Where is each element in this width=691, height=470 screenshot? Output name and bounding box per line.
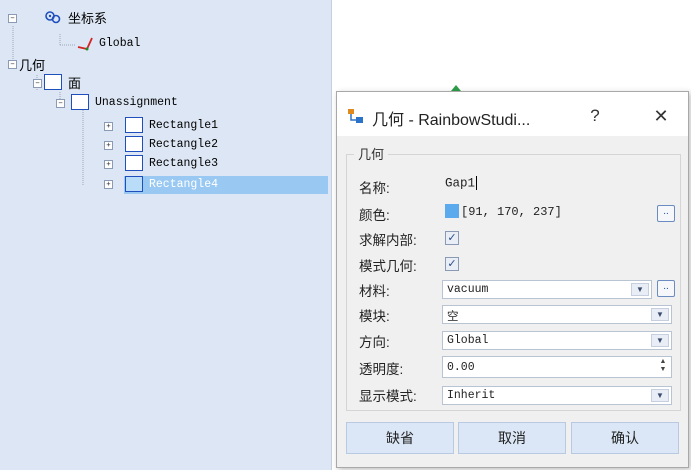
display-mode-value: Inherit <box>447 389 496 402</box>
tree-node-rectangle4[interactable]: Rectangle4 <box>125 176 218 192</box>
cancel-button[interactable]: 取消 <box>458 422 566 454</box>
tree-guide-lines <box>12 26 84 186</box>
material-browse-button[interactable]: .. <box>657 280 675 297</box>
default-button[interactable]: 缺省 <box>346 422 454 454</box>
tree-node-label: Rectangle3 <box>149 156 219 170</box>
expand-toggle-geometry[interactable]: − <box>8 60 17 69</box>
spin-arrows-icon[interactable]: ▲ ▼ <box>658 358 668 374</box>
transparency-spinner[interactable]: 0.00 ▲ ▼ <box>442 356 672 378</box>
rectangle-icon <box>125 176 143 192</box>
expand-toggle-coord[interactable]: − <box>8 14 17 23</box>
text-caret <box>476 176 478 190</box>
expand-toggle-rectangle1[interactable]: + <box>104 122 113 131</box>
material-value: vacuum <box>447 283 489 296</box>
face-icon <box>71 94 89 110</box>
solve-inside-label: 求解内部: <box>359 233 417 248</box>
tree-node-label: Global <box>99 36 141 50</box>
expand-toggle-face[interactable]: − <box>33 79 42 88</box>
material-label: 材料: <box>359 284 390 299</box>
dialog-titlebar[interactable]: 几何 - RainbowStudi... ? ✕ <box>337 92 688 136</box>
geometry-dialog: 几何 - RainbowStudi... ? ✕ 几何 名称: Gap1 颜色:… <box>336 91 689 468</box>
coordinate-gear-icon <box>45 11 61 24</box>
color-picker-button[interactable]: .. <box>657 205 675 222</box>
ok-button[interactable]: 确认 <box>571 422 679 454</box>
tree-node-label: 面 <box>68 75 82 91</box>
tree-node-rectangle1[interactable]: Rectangle1 <box>125 117 218 133</box>
color-value: [91, 170, 237] <box>461 205 562 219</box>
tree-node-unassignment[interactable]: Unassignment <box>71 94 178 110</box>
axis-icon <box>77 37 93 51</box>
expand-toggle-unassignment[interactable]: − <box>56 99 65 108</box>
expand-toggle-rectangle4[interactable]: + <box>104 180 113 189</box>
name-value: Gap1 <box>445 176 476 191</box>
display-mode-label: 显示模式: <box>359 389 417 404</box>
direction-value: Global <box>447 334 489 347</box>
model-geometry-checkbox[interactable]: ✓ <box>445 257 459 271</box>
tree-node-label: Rectangle1 <box>149 118 219 132</box>
color-swatch <box>445 204 459 218</box>
module-select[interactable]: 空 ▼ <box>442 305 672 324</box>
expand-toggle-rectangle3[interactable]: + <box>104 160 113 169</box>
tree-node-label: 坐标系 <box>68 10 108 26</box>
close-button[interactable]: ✕ <box>647 104 675 128</box>
direction-select[interactable]: Global ▼ <box>442 331 672 350</box>
rectangle-icon <box>125 117 143 133</box>
dialog-title: 几何 - RainbowStudi... <box>372 112 531 129</box>
name-input[interactable]: Gap1 <box>442 174 672 194</box>
chevron-down-icon: ▼ <box>651 334 669 347</box>
tree-node-label: Rectangle4 <box>149 177 219 191</box>
expand-toggle-rectangle2[interactable]: + <box>104 141 113 150</box>
tree-node-label: Rectangle2 <box>149 137 219 151</box>
tree-node-global[interactable]: Global <box>75 35 140 51</box>
tree-node-geometry[interactable]: 几何 <box>19 56 46 73</box>
transparency-label: 透明度: <box>359 362 404 377</box>
face-icon <box>44 74 62 90</box>
chevron-down-icon: ▼ <box>631 283 649 296</box>
transparency-value: 0.00 <box>447 361 475 374</box>
dialog-button-bar: 缺省 取消 确认 <box>346 422 679 456</box>
rectangle-icon <box>125 136 143 152</box>
color-label: 颜色: <box>359 208 390 223</box>
module-value: 空 <box>447 311 459 324</box>
material-select[interactable]: vacuum ▼ <box>442 280 652 299</box>
tree-node-rectangle3[interactable]: Rectangle3 <box>125 155 218 171</box>
module-label: 模块: <box>359 309 390 324</box>
help-button[interactable]: ? <box>581 104 609 128</box>
chevron-down-icon: ▼ <box>651 389 669 402</box>
app-hierarchy-icon <box>348 109 363 123</box>
rectangle-icon <box>125 155 143 171</box>
solve-inside-checkbox[interactable]: ✓ <box>445 231 459 245</box>
group-title: 几何 <box>354 144 389 163</box>
tree-node-rectangle2[interactable]: Rectangle2 <box>125 136 218 152</box>
tree-node-face[interactable]: 面 <box>44 74 82 91</box>
tree-node-label: 几何 <box>19 57 46 73</box>
name-label: 名称: <box>359 181 390 196</box>
chevron-down-icon: ▼ <box>651 308 669 321</box>
model-geometry-label: 模式几何: <box>359 259 417 274</box>
display-mode-select[interactable]: Inherit ▼ <box>442 386 672 405</box>
direction-label: 方向: <box>359 335 390 350</box>
tree-panel: − 坐标系 Global − 几何 − 面 − Unassignment + R… <box>0 0 332 470</box>
tree-node-coord-system[interactable]: 坐标系 <box>44 9 108 26</box>
tree-node-label: Unassignment <box>95 95 178 109</box>
